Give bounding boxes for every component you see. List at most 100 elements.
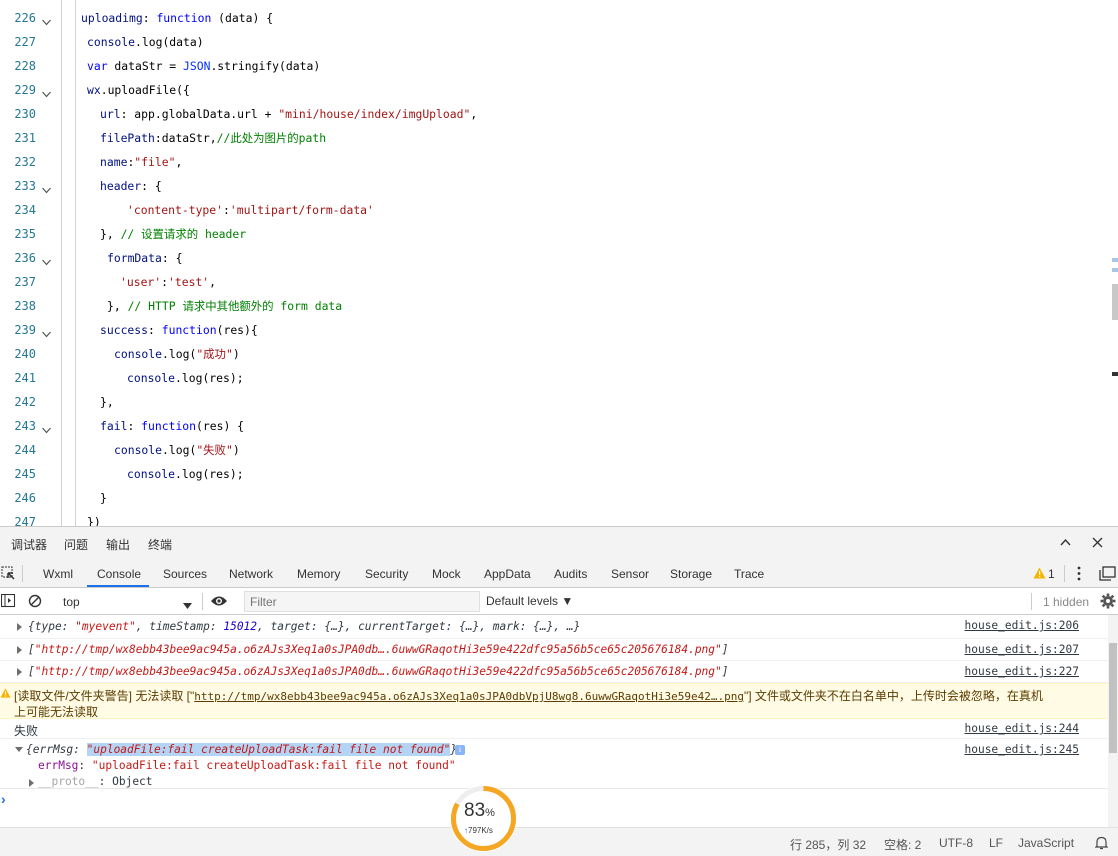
line-number: 245 [14,467,36,481]
code-line[interactable]: 233 header: { [0,174,1100,198]
tab-sources[interactable]: Sources [163,567,207,581]
line-number: 227 [14,35,36,49]
tab-network[interactable]: Network [229,567,273,581]
console-message[interactable]: {type: "myevent", timeStamp: 15012, targ… [0,615,1108,639]
fold-chevron-icon[interactable] [41,180,52,194]
code-line[interactable]: 240 console.log("成功") [0,342,1100,366]
collapse-arrow-icon[interactable] [15,747,23,752]
perf-speed: ↑797K/s [464,826,493,835]
console-message[interactable]: 失败 house_edit.js:244 [0,719,1108,739]
console-message-expanded[interactable]: {errMsg: "uploadFile:fail createUploadTa… [0,739,1108,789]
line-ending-setting[interactable]: LF [989,836,1003,850]
log-text: , target: {…}, currentTarget: {…}, mark:… [257,620,581,633]
console-message[interactable]: ["http://tmp/wx8ebb43bee9ac945a.o6zAJs3X… [0,661,1108,683]
tab-mock[interactable]: Mock [432,567,461,581]
code-line[interactable]: 247}) [0,510,1100,526]
inspect-element-icon[interactable] [1,566,16,584]
log-levels-dropdown[interactable]: Default levels ▼ [486,594,573,608]
indent-guide [75,0,76,526]
tab-problems[interactable]: 问题 [64,536,88,553]
tab-wxml[interactable]: Wxml [43,567,73,581]
code-line[interactable]: 227 console.log(data) [0,30,1100,54]
expand-arrow-icon[interactable] [17,623,22,631]
warning-icon[interactable] [1033,567,1046,582]
tab-security[interactable]: Security [365,567,408,581]
source-link[interactable]: house_edit.js:206 [964,619,1079,632]
fold-chevron-icon[interactable] [41,324,52,338]
code-line[interactable]: 229 wx.uploadFile({ [0,78,1100,102]
code-token: //此处为图片的path [216,131,327,145]
code-line[interactable]: 226 uploadimg: function (data) { [0,6,1100,30]
code-line[interactable]: 244 console.log("失败") [0,438,1100,462]
fold-chevron-icon[interactable] [41,84,52,98]
code-token: .log(data) [135,35,204,49]
code-line[interactable]: 232 name:"file", [0,150,1100,174]
code-line[interactable]: 231 filePath:dataStr,//此处为图片的path [0,126,1100,150]
dock-side-icon[interactable] [1099,566,1116,584]
info-icon[interactable]: i [455,745,465,755]
warning-link[interactable]: http://tmp/wx8ebb43bee9ac945a.o6zAJs3Xeq… [194,690,744,703]
sidebar-toggle-icon[interactable] [0,593,16,611]
source-link[interactable]: house_edit.js:245 [964,743,1079,756]
encoding-setting[interactable]: UTF-8 [939,836,973,850]
code-text: }, [100,390,114,414]
tab-audits[interactable]: Audits [554,567,587,581]
fold-chevron-icon[interactable] [41,12,52,26]
line-number: 229 [14,83,36,97]
expand-arrow-icon[interactable] [29,779,34,787]
fold-chevron-icon[interactable] [41,420,52,434]
tab-debugger[interactable]: 调试器 [11,536,47,553]
filter-input[interactable] [244,591,480,612]
console-prompt[interactable]: › [0,791,1108,827]
clear-console-icon[interactable] [28,594,42,611]
expand-arrow-icon[interactable] [17,646,22,654]
tab-terminal[interactable]: 终端 [148,536,172,553]
code-line[interactable]: 234 'content-type':'multipart/form-data' [0,198,1100,222]
source-link[interactable]: house_edit.js:244 [964,722,1079,735]
language-mode[interactable]: JavaScript [1018,836,1074,850]
code-line[interactable]: 241 console.log(res); [0,366,1100,390]
tab-storage[interactable]: Storage [670,567,712,581]
gear-icon[interactable] [1100,593,1116,612]
source-link[interactable]: house_edit.js:207 [964,643,1079,656]
context-selector[interactable]: top [56,590,198,612]
tab-console[interactable]: Console [97,567,141,581]
tab-appdata[interactable]: AppData [484,567,531,581]
close-icon[interactable] [1092,537,1103,551]
console-message[interactable]: ["http://tmp/wx8ebb43bee9ac945a.o6zAJs3X… [0,639,1108,661]
indentation-setting[interactable]: 空格: 2 [884,836,921,853]
code-editor[interactable]: 226 uploadimg: function (data) {227 consol… [0,0,1118,526]
tab-sensor[interactable]: Sensor [611,567,649,581]
eye-icon[interactable] [210,595,228,610]
source-link[interactable]: house_edit.js:227 [964,665,1079,678]
perf-percent-value: 83 [464,800,486,821]
tab-memory[interactable]: Memory [297,567,340,581]
code-line[interactable]: 237 'user':'test', [0,270,1100,294]
expand-arrow-icon[interactable] [17,668,22,676]
code-text: name:"file", [100,150,182,174]
code-line[interactable]: 230 url: app.globalData.url + "mini/house… [0,102,1100,126]
chevron-up-icon[interactable] [1059,536,1072,552]
code-line[interactable]: 245 console.log(res); [0,462,1100,486]
code-line[interactable]: 246} [0,486,1100,510]
code-token: console [114,443,163,457]
editor-scrollbar[interactable] [1110,0,1118,526]
console-scrollbar[interactable] [1108,615,1118,827]
code-line[interactable]: 236 formData: { [0,246,1100,270]
tab-trace[interactable]: Trace [734,567,764,581]
code-line[interactable]: 228 var dataStr = JSON.stringify(data) [0,54,1100,78]
performance-widget[interactable]: 83% ↑797K/s [450,785,517,852]
log-text: 失败 [14,724,39,738]
fold-chevron-icon[interactable] [41,252,52,266]
cursor-position[interactable]: 行 285，列 32 [790,836,866,853]
code-line[interactable]: 243 fail: function(res) { [0,414,1100,438]
code-line[interactable]: 238}, // HTTP 请求中其他额外的 form data [0,294,1100,318]
console-warning[interactable]: [读取文件/文件夹警告] 无法读取 ["http://tmp/wx8ebb43b… [0,683,1108,719]
more-options-icon[interactable] [1077,566,1081,584]
code-line[interactable]: 239 success: function(res){ [0,318,1100,342]
console-messages[interactable]: {type: "myevent", timeStamp: 15012, targ… [0,615,1108,827]
code-line[interactable]: 235}, // 设置请求的 header [0,222,1100,246]
tab-output[interactable]: 输出 [106,536,130,553]
bell-icon[interactable] [1094,836,1109,853]
code-line[interactable]: 242}, [0,390,1100,414]
